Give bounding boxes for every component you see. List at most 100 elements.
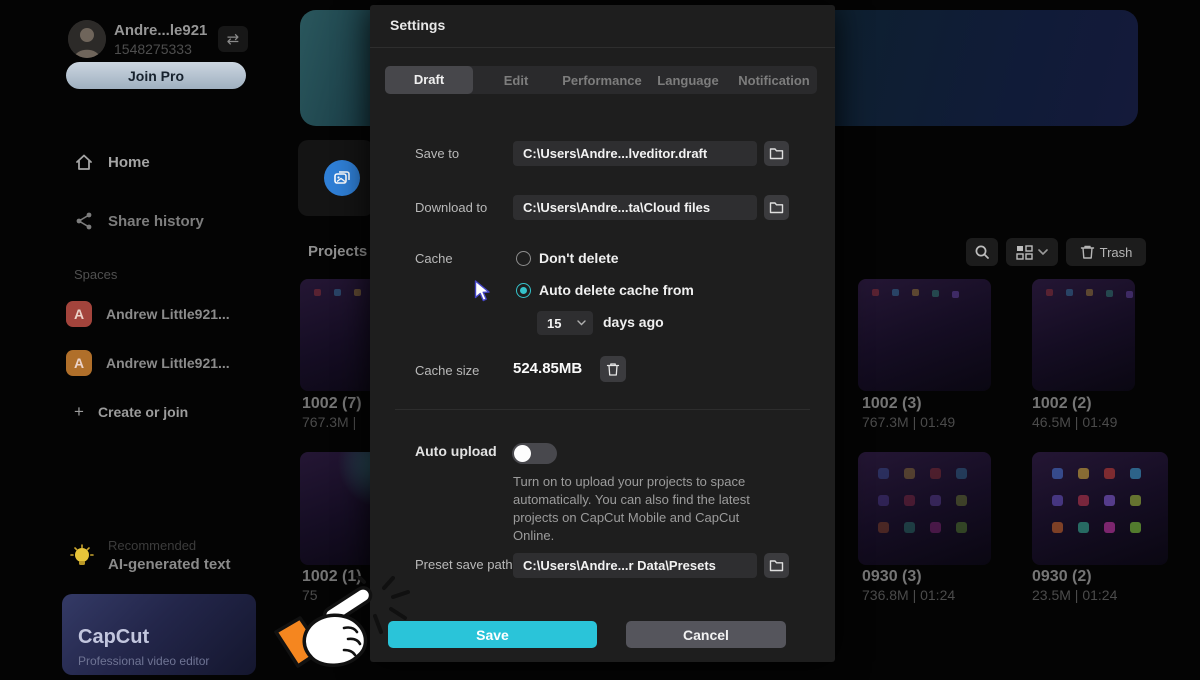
sidebar-item-home[interactable]: Home [74,152,150,172]
space-avatar: A [66,301,92,327]
sidebar-space-item[interactable]: A Andrew Little921... [66,301,230,327]
settings-dialog: Settings Draft Edit Performance Language… [370,5,835,662]
search-button[interactable] [966,238,998,266]
chevron-down-icon [1038,249,1048,256]
profile-name: Andre...le921 [114,22,207,39]
auto-upload-label: Auto upload [415,443,497,459]
divider [370,47,835,48]
project-name: 1002 (3) [862,395,922,413]
projects-section-title: Projects [308,243,367,260]
folder-icon [769,201,784,214]
create-or-join-button[interactable]: + Create or join [74,402,188,422]
share-icon [74,211,94,231]
tab-performance[interactable]: Performance [559,73,645,88]
browse-download-to-button[interactable] [764,195,789,220]
space-name: Andrew Little921... [106,355,230,371]
days-dropdown-value: 15 [547,316,561,331]
ai-generated-text-link[interactable]: AI-generated text [108,556,231,573]
save-to-label: Save to [415,146,459,161]
project-meta: 767.3M | 01:49 [862,414,955,430]
click-hand-illustration [272,576,422,675]
preset-save-path-value: C:\Users\Andre...r Data\Presets [513,553,757,578]
person-icon [68,20,106,58]
grid-view-icon [1016,244,1033,261]
sidebar-item-label: Home [108,154,150,171]
clear-cache-button[interactable] [600,356,626,382]
lightbulb-icon [70,544,94,575]
profile-id: 1548275333 [114,41,192,57]
space-avatar: A [66,350,92,376]
trash-icon [606,362,620,377]
cancel-button[interactable]: Cancel [626,621,786,648]
tab-edit[interactable]: Edit [473,73,559,88]
browse-preset-path-button[interactable] [764,553,789,578]
save-to-path-field[interactable]: C:\Users\Andre...lveditor.draft [513,141,757,166]
search-icon [974,244,990,260]
dialog-title: Settings [390,17,445,33]
project-meta: 23.5M | 01:24 [1032,587,1117,603]
cache-label: Cache [415,251,453,266]
auto-upload-toggle[interactable] [512,443,557,464]
days-dropdown[interactable]: 15 [537,311,593,335]
create-or-join-label: Create or join [98,404,188,420]
project-meta: 736.8M | 01:24 [862,587,955,603]
project-name: 1002 (2) [1032,395,1092,413]
auto-delete-label[interactable]: Auto delete cache from [539,282,694,298]
download-to-path-value: C:\Users\Andre...ta\Cloud files [513,195,757,220]
save-to-path-value: C:\Users\Andre...lveditor.draft [513,141,757,166]
capcut-logo: CapCut [78,626,149,649]
app-icons-decoration [872,289,879,296]
radio-dont-delete[interactable] [516,251,531,266]
divider [395,409,810,410]
trash-button[interactable]: Trash [1066,238,1146,266]
app-icons-decoration [1046,289,1053,296]
radio-auto-delete[interactable] [516,283,531,298]
app-icons-decoration [314,289,321,296]
trash-label: Trash [1100,245,1133,260]
tab-draft[interactable]: Draft [385,66,473,94]
home-icon [74,152,94,172]
project-thumbnail[interactable] [1032,452,1168,565]
avatar[interactable] [68,20,106,58]
app-icons-decoration [1052,468,1063,479]
capcut-tagline: Professional video editor [78,654,209,668]
download-to-path-field[interactable]: C:\Users\Andre...ta\Cloud files [513,195,757,220]
dont-delete-label[interactable]: Don't delete [539,250,619,266]
auto-upload-description: Turn on to upload your projects to space… [513,473,771,545]
project-meta: 767.3M | [302,414,356,430]
space-name: Andrew Little921... [106,306,230,322]
view-mode-button[interactable] [1006,238,1058,266]
project-meta: 46.5M | 01:49 [1032,414,1117,430]
browse-save-to-button[interactable] [764,141,789,166]
sidebar-space-item[interactable]: A Andrew Little921... [66,350,230,376]
folder-icon [769,147,784,160]
media-shortcut-card[interactable] [298,140,374,216]
sidebar-item-label: Share history [108,213,204,230]
switch-account-button[interactable]: ⇄ [218,26,248,52]
folder-icon [769,559,784,572]
download-to-label: Download to [415,200,487,215]
project-thumbnail[interactable] [858,279,991,391]
app-icons-decoration [878,468,889,479]
preset-save-path-label: Preset save path [415,557,513,572]
project-thumbnail[interactable] [1032,279,1135,391]
project-name: 1002 (7) [302,395,362,413]
settings-tabbar: Draft Edit Performance Language Notifica… [385,66,817,94]
tab-notification[interactable]: Notification [731,73,817,88]
recommended-label: Recommended [108,538,196,553]
project-thumbnail[interactable] [858,452,991,565]
mouse-cursor [474,280,491,308]
plus-icon: + [74,402,84,422]
join-pro-button[interactable]: Join Pro [66,62,246,89]
cache-size-value: 524.85MB [513,360,582,377]
toggle-knob [514,445,531,462]
pointing-hand-icon [272,576,422,675]
project-name: 0930 (2) [1032,568,1092,586]
swap-icon: ⇄ [227,30,240,48]
cache-size-label: Cache size [415,363,479,378]
chevron-down-icon [577,320,586,326]
tab-language[interactable]: Language [645,73,731,88]
sidebar-item-share-history[interactable]: Share history [74,211,204,231]
trash-icon [1080,244,1095,260]
preset-save-path-field[interactable]: C:\Users\Andre...r Data\Presets [513,553,757,578]
